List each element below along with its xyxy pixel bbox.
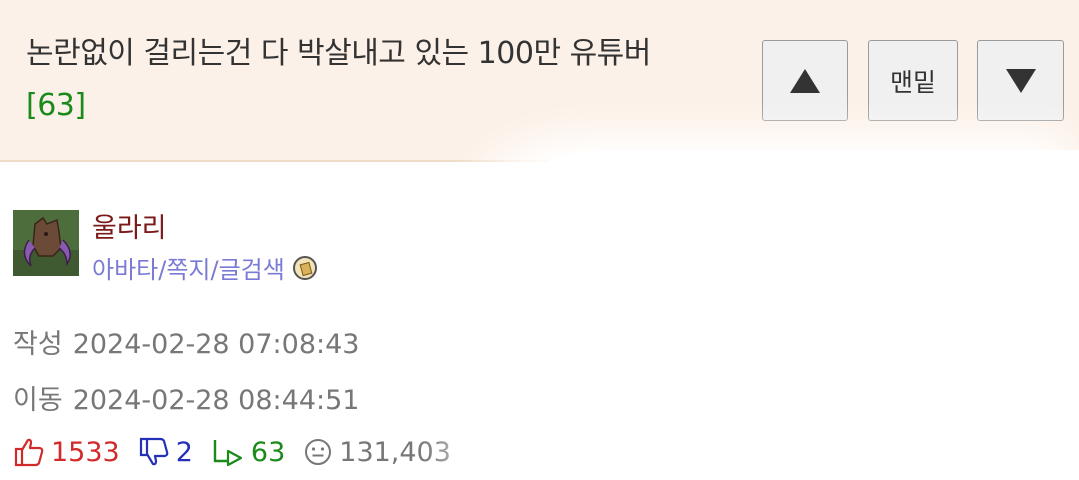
thumbs-down-icon bbox=[139, 437, 169, 466]
view-stat: 131,403 bbox=[303, 437, 451, 468]
view-count: 131,403 bbox=[339, 436, 451, 468]
avatar[interactable] bbox=[13, 210, 79, 276]
upvote-stat[interactable]: 1533 bbox=[13, 437, 120, 468]
created-value: 2024-02-28 07:08:43 bbox=[72, 329, 360, 360]
author-links[interactable]: 아바타/쪽지/글검색 bbox=[92, 250, 317, 285]
scroll-up-button[interactable] bbox=[762, 40, 848, 121]
downvote-count: 2 bbox=[175, 436, 193, 468]
go-to-bottom-label: 맨밑 bbox=[889, 67, 936, 97]
author-links-text[interactable]: 아바타/쪽지/글검색 bbox=[92, 250, 285, 285]
author-name[interactable]: 울라리 bbox=[92, 206, 167, 245]
moved-value: 2024-02-28 08:44:51 bbox=[72, 385, 360, 416]
avatar-image bbox=[13, 210, 79, 276]
reply-icon bbox=[213, 440, 243, 467]
comment-count[interactable]: [63] bbox=[26, 88, 86, 123]
go-to-bottom-button[interactable]: 맨밑 bbox=[868, 40, 958, 121]
triangle-down-icon bbox=[1005, 68, 1036, 93]
post-title: 논란없이 걸리는건 다 박살내고 있는 100만 유튜버 [63] bbox=[26, 28, 716, 132]
smiley-icon bbox=[305, 439, 332, 465]
reply-stat[interactable]: 63 bbox=[211, 437, 285, 468]
downvote-stat[interactable]: 2 bbox=[138, 437, 193, 468]
post-title-text: 논란없이 걸리는건 다 박살내고 있는 100만 유튜버 bbox=[26, 36, 651, 71]
upvote-count: 1533 bbox=[51, 436, 120, 468]
redacted-area bbox=[485, 150, 1079, 480]
moved-label: 이동 bbox=[13, 385, 63, 416]
thumbs-up-icon bbox=[14, 438, 44, 467]
post-header: 논란없이 걸리는건 다 박살내고 있는 100만 유튜버 [63] 맨밑 bbox=[0, 0, 1079, 162]
moved-row: 이동 2024-02-28 08:44:51 bbox=[13, 378, 359, 417]
scroll-down-button[interactable] bbox=[977, 40, 1064, 121]
created-label: 작성 bbox=[13, 329, 63, 360]
post-stats: 1533 2 63 131,403 bbox=[13, 434, 469, 470]
triangle-up-icon bbox=[790, 68, 820, 93]
reply-count: 63 bbox=[250, 436, 286, 468]
badge-icon bbox=[292, 255, 317, 280]
created-row: 작성 2024-02-28 07:08:43 bbox=[13, 322, 359, 361]
